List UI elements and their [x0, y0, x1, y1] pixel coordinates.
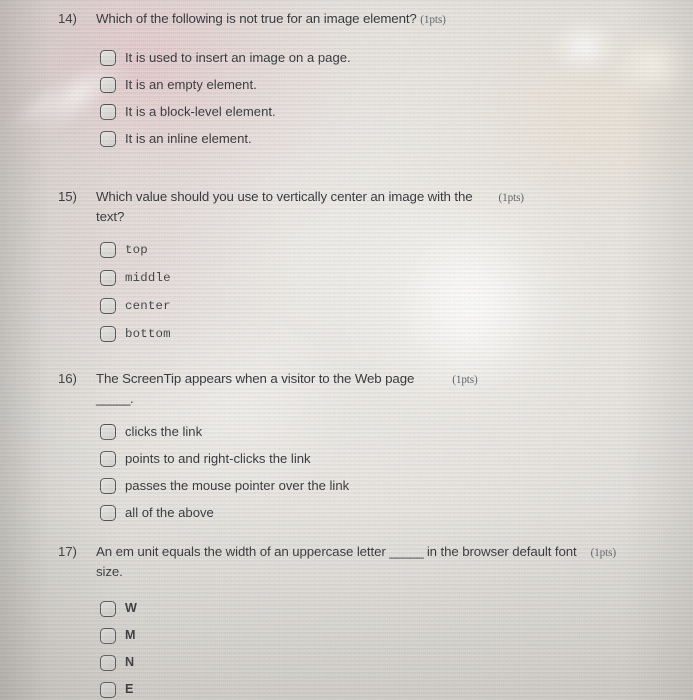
photo-vignette	[0, 0, 693, 700]
quiz-screenshot-photo: 14) Which of the following is not true f…	[0, 0, 693, 700]
